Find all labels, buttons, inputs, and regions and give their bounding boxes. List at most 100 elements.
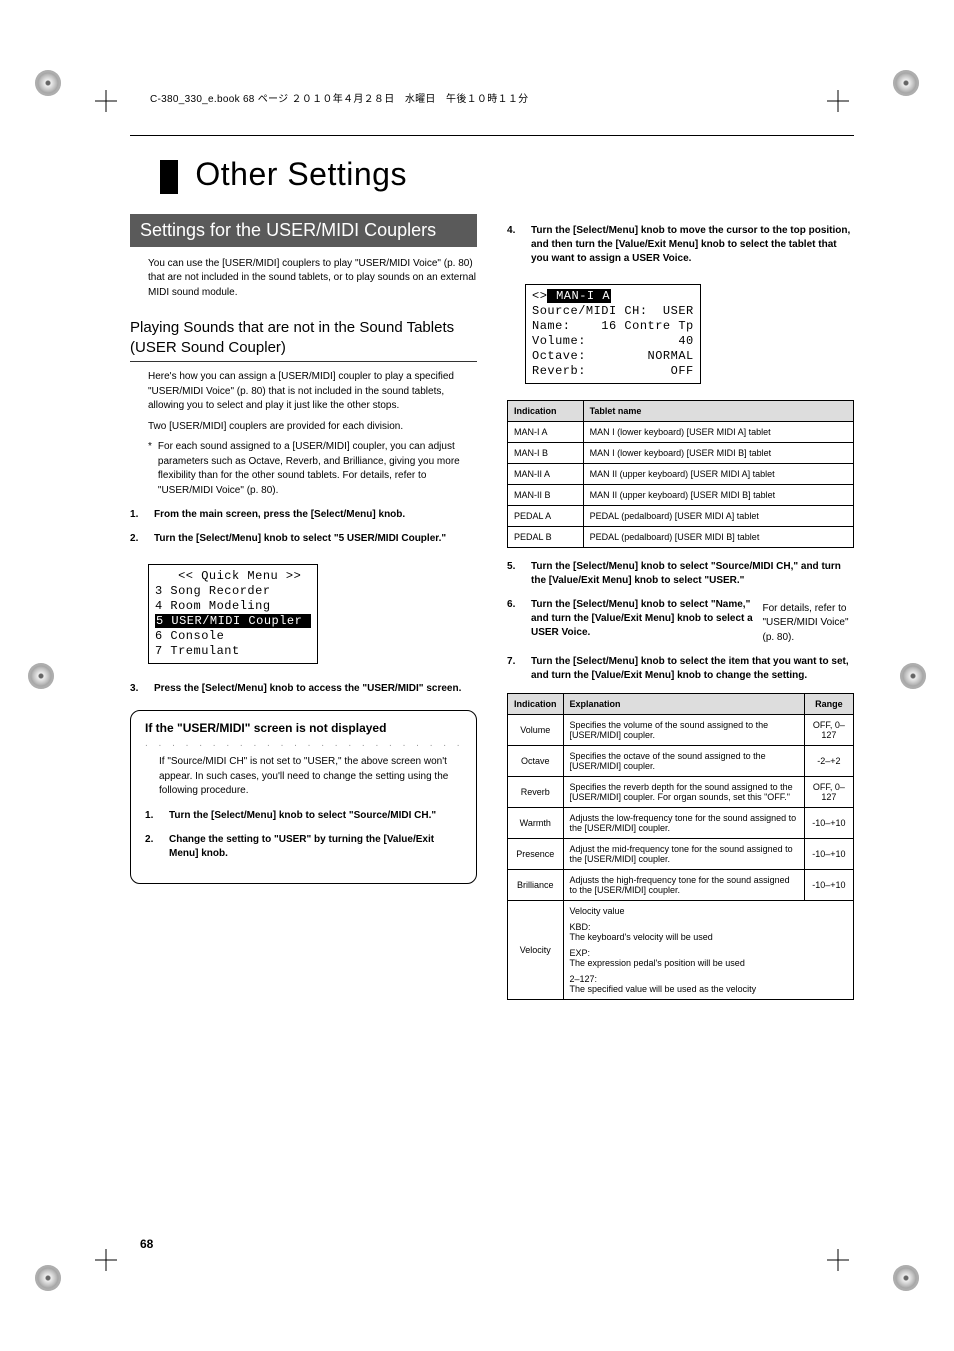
print-mark-icon <box>35 70 61 96</box>
step-text: Turn the [Select/Menu] knob to select "S… <box>169 809 436 823</box>
table-header: Range <box>804 694 853 715</box>
table-row: MAN-II AMAN II (upper keyboard) [USER MI… <box>508 463 854 484</box>
table-cell: OFF, 0–127 <box>804 777 853 808</box>
table-cell: Reverb <box>508 777 564 808</box>
step-item: Press the [Select/Menu] knob to access t… <box>130 682 477 696</box>
table-row: PEDAL APEDAL (pedalboard) [USER MIDI A] … <box>508 505 854 526</box>
print-mark-icon <box>900 663 926 689</box>
print-mark-icon <box>893 70 919 96</box>
table-cell: -2–+2 <box>804 746 853 777</box>
step-item: Turn the [Select/Menu] knob to select "5… <box>130 532 477 546</box>
asterisk-icon: * <box>148 440 152 498</box>
print-mark-icon <box>35 1265 61 1291</box>
sub-paragraph-1: Here's how you can assign a [USER/MIDI] … <box>148 370 477 414</box>
table-cell: MAN I (lower keyboard) [USER MIDI B] tab… <box>583 442 853 463</box>
table-cell: Adjusts the low-frequency tone for the s… <box>563 808 804 839</box>
header-rule <box>130 135 854 136</box>
step-item: Turn the [Select/Menu] knob to select "S… <box>507 560 854 588</box>
table-row: MAN-II BMAN II (upper keyboard) [USER MI… <box>508 484 854 505</box>
step-item: From the main screen, press the [Select/… <box>130 508 477 522</box>
intro-paragraph: You can use the [USER/MIDI] couplers to … <box>148 257 477 301</box>
step-item: Turn the [Select/Menu] knob to select "S… <box>145 809 462 823</box>
table-cell: Velocity <box>508 901 564 1000</box>
table-cell: Specifies the reverb depth for the sound… <box>563 777 804 808</box>
table-cell: Adjust the mid-frequency tone for the so… <box>563 839 804 870</box>
table-cell: -10–+10 <box>804 870 853 901</box>
callout-box: If the "USER/MIDI" screen is not display… <box>130 710 477 884</box>
right-column: Turn the [Select/Menu] knob to move the … <box>507 214 854 1013</box>
step-text: Press the [Select/Menu] knob to access t… <box>154 682 461 696</box>
step-text: Turn the [Select/Menu] knob to move the … <box>531 224 854 266</box>
table-cell: -10–+10 <box>804 839 853 870</box>
left-steps-list-cont: Press the [Select/Menu] knob to access t… <box>130 682 477 696</box>
step-text: Turn the [Select/Menu] knob to select th… <box>531 655 854 683</box>
table-cell: Octave <box>508 746 564 777</box>
page-title: Other Settings <box>160 156 854 194</box>
table-cell: Specifies the volume of the sound assign… <box>563 715 804 746</box>
callout-steps: Turn the [Select/Menu] knob to select "S… <box>145 809 462 861</box>
table-cell: MAN II (upper keyboard) [USER MIDI A] ta… <box>583 463 853 484</box>
crosshair-icon <box>827 1249 849 1271</box>
step-subtext: For details, refer to "USER/MIDI Voice" … <box>762 602 854 646</box>
table-row: MAN-I AMAN I (lower keyboard) [USER MIDI… <box>508 421 854 442</box>
step-text: From the main screen, press the [Select/… <box>154 508 405 522</box>
table-header: Tablet name <box>583 400 853 421</box>
table-row: VolumeSpecifies the volume of the sound … <box>508 715 854 746</box>
crosshair-icon <box>95 1249 117 1271</box>
table-cell: MAN-II B <box>508 484 584 505</box>
footnote: * For each sound assigned to a [USER/MID… <box>148 440 477 498</box>
table-row: PEDAL BPEDAL (pedalboard) [USER MIDI B] … <box>508 526 854 547</box>
step-text: Change the setting to "USER" by turning … <box>169 833 462 861</box>
step-item: Turn the [Select/Menu] knob to select th… <box>507 655 854 683</box>
table-row: ReverbSpecifies the reverb depth for the… <box>508 777 854 808</box>
sub-paragraph-2: Two [USER/MIDI] couplers are provided fo… <box>148 420 477 435</box>
table-header: Indication <box>508 694 564 715</box>
left-steps-list: From the main screen, press the [Select/… <box>130 508 477 546</box>
table-cell: Volume <box>508 715 564 746</box>
table-cell: Adjusts the high-frequency tone for the … <box>563 870 804 901</box>
section-header: Settings for the USER/MIDI Couplers <box>130 214 477 247</box>
parameter-table: Indication Explanation Range VolumeSpeci… <box>507 693 854 1000</box>
table-cell: PEDAL A <box>508 505 584 526</box>
table-cell: -10–+10 <box>804 808 853 839</box>
table-cell: PEDAL (pedalboard) [USER MIDI B] tablet <box>583 526 853 547</box>
tablet-name-table: Indication Tablet name MAN-I AMAN I (low… <box>507 400 854 548</box>
table-cell: PEDAL B <box>508 526 584 547</box>
table-row: BrillianceAdjusts the high-frequency ton… <box>508 870 854 901</box>
step-text: Turn the [Select/Menu] knob to select "N… <box>531 598 754 646</box>
table-cell: Warmth <box>508 808 564 839</box>
footnote-text: For each sound assigned to a [USER/MIDI]… <box>158 440 477 498</box>
table-cell: PEDAL (pedalboard) [USER MIDI A] tablet <box>583 505 853 526</box>
print-mark-icon <box>893 1265 919 1291</box>
table-cell: MAN-I B <box>508 442 584 463</box>
table-row: OctaveSpecifies the octave of the sound … <box>508 746 854 777</box>
table-header: Explanation <box>563 694 804 715</box>
table-cell: MAN-II A <box>508 463 584 484</box>
table-row: PresenceAdjust the mid-frequency tone fo… <box>508 839 854 870</box>
step-item: Turn the [Select/Menu] knob to move the … <box>507 224 854 266</box>
title-accent-icon <box>160 160 178 194</box>
left-column: Settings for the USER/MIDI Couplers You … <box>130 214 477 898</box>
table-cell: Velocity valueKBD:The keyboard's velocit… <box>563 901 854 1000</box>
print-mark-icon <box>28 663 54 689</box>
lcd-quick-menu: << Quick Menu >> 3 Song Recorder 4 Room … <box>148 564 318 664</box>
callout-title: If the "USER/MIDI" screen is not display… <box>145 721 462 735</box>
table-header: Indication <box>508 400 584 421</box>
book-header-line: C-380_330_e.book 68 ページ ２０１０年４月２８日 水曜日 午… <box>150 90 854 105</box>
table-row: WarmthAdjusts the low-frequency tone for… <box>508 808 854 839</box>
table-cell: MAN I (lower keyboard) [USER MIDI A] tab… <box>583 421 853 442</box>
step-item: Change the setting to "USER" by turning … <box>145 833 462 861</box>
callout-body: If "Source/MIDI CH" is not set to "USER,… <box>159 755 462 799</box>
right-steps-list-2: Turn the [Select/Menu] knob to select "S… <box>507 560 854 684</box>
table-row: MAN-I BMAN I (lower keyboard) [USER MIDI… <box>508 442 854 463</box>
step-text: Turn the [Select/Menu] knob to select "S… <box>531 560 854 588</box>
lcd-user-midi: <> MAN-I A Source/MIDI CH: USER Name: 16… <box>525 284 701 384</box>
table-cell: Presence <box>508 839 564 870</box>
dotted-divider-icon: . . . . . . . . . . . . . . . . . . . . … <box>145 739 462 749</box>
step-item: Turn the [Select/Menu] knob to select "N… <box>507 598 854 646</box>
table-cell: OFF, 0–127 <box>804 715 853 746</box>
step-text: Turn the [Select/Menu] knob to select "5… <box>154 532 446 546</box>
crosshair-icon <box>95 90 117 112</box>
table-cell: Brilliance <box>508 870 564 901</box>
table-cell: MAN-I A <box>508 421 584 442</box>
